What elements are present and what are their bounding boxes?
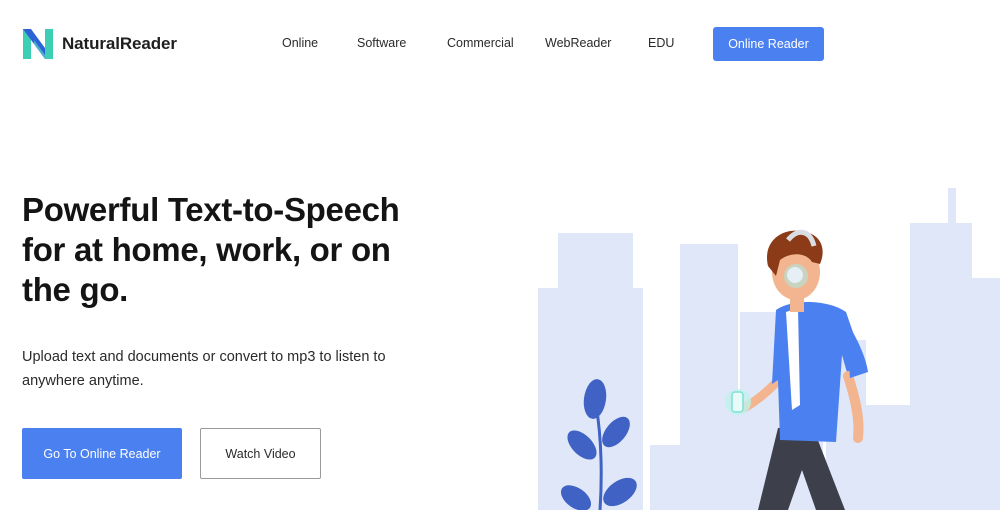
person-listening-illustration	[530, 180, 1000, 510]
watch-video-button[interactable]: Watch Video	[200, 428, 321, 479]
nav-webreader[interactable]: WebReader	[545, 36, 611, 50]
naturalreader-logo-icon	[22, 28, 54, 60]
city-skyline	[538, 188, 1000, 510]
site-header: NaturalReader Online Software Commercial…	[0, 0, 1000, 88]
online-reader-button[interactable]: Online Reader	[713, 27, 824, 61]
nav-software[interactable]: Software	[357, 36, 406, 50]
hero-subtitle: Upload text and documents or convert to …	[22, 349, 386, 389]
hero-title: Powerful Text-to-Speech for at home, wor…	[22, 191, 400, 308]
go-to-online-reader-button[interactable]: Go To Online Reader	[22, 428, 182, 479]
nav-commercial[interactable]: Commercial	[447, 36, 514, 50]
page: NaturalReader Online Software Commercial…	[0, 0, 1000, 510]
nav-online[interactable]: Online	[282, 36, 318, 50]
nav-edu[interactable]: EDU	[648, 36, 674, 50]
brand-name: NaturalReader	[62, 34, 177, 53]
brand-logo-link[interactable]: NaturalReader	[22, 28, 177, 60]
